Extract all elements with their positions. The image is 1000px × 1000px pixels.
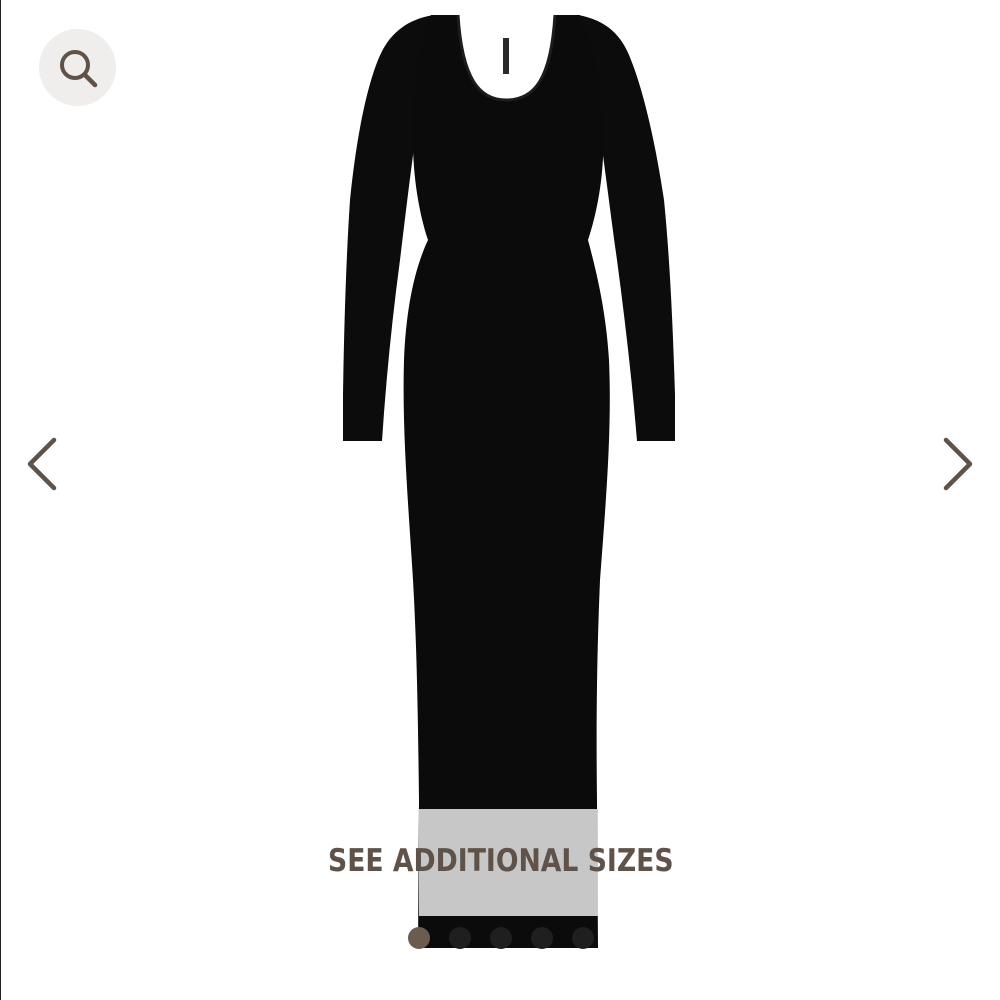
carousel-dot[interactable] [449, 927, 471, 949]
see-additional-sizes-link[interactable]: SEE ADDITIONAL SIZES [328, 838, 674, 884]
search-button[interactable] [39, 29, 116, 106]
search-icon [59, 49, 97, 87]
carousel-dot[interactable] [408, 927, 430, 949]
chevron-left-icon [27, 437, 57, 491]
product-gallery: SEE ADDITIONAL SIZES [0, 0, 1000, 1000]
carousel-dot[interactable] [490, 927, 512, 949]
next-image-button[interactable] [938, 436, 978, 492]
carousel-dot[interactable] [572, 927, 594, 949]
previous-image-button[interactable] [22, 436, 62, 492]
chevron-right-icon [943, 437, 973, 491]
carousel-dot[interactable] [531, 927, 553, 949]
